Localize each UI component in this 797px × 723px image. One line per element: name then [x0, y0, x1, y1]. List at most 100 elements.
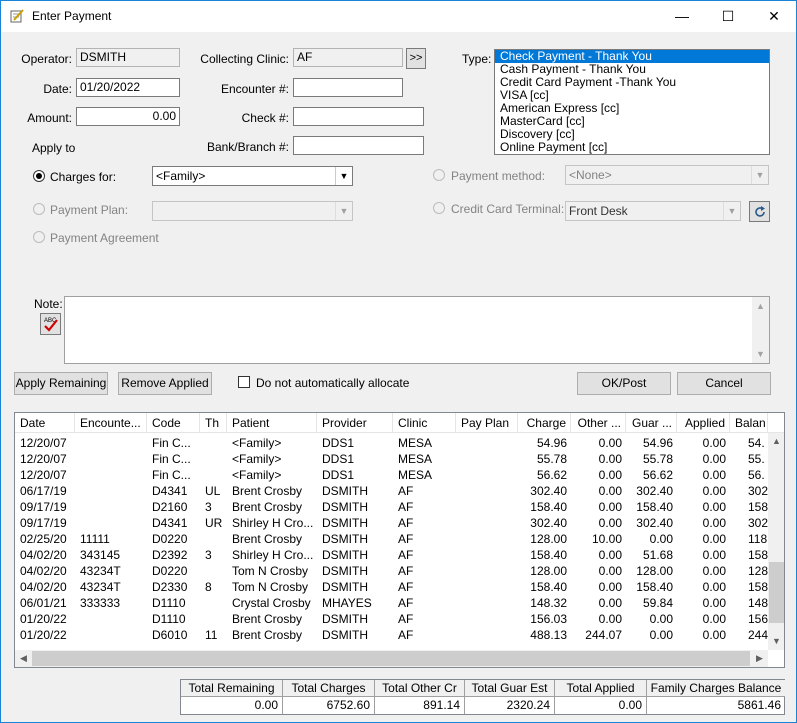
cell-other: 0.00 — [598, 484, 622, 498]
cell-encounter — [75, 451, 147, 467]
column-header-provider[interactable]: Provider — [317, 413, 393, 433]
maximize-button[interactable]: ☐ — [705, 1, 751, 32]
payment-plan-dropdown[interactable]: ▼ — [152, 201, 353, 221]
remove-applied-button[interactable]: Remove Applied — [118, 372, 212, 395]
scroll-thumb[interactable] — [769, 562, 784, 623]
table-row[interactable]: 12/20/07 Fin C... <Family> DDS1 MESA 55.78 0.0… — [15, 451, 768, 467]
column-header-patient[interactable]: Patient — [227, 413, 317, 433]
minimize-button[interactable]: — — [659, 1, 705, 32]
cell-other: 0.00 — [598, 548, 622, 562]
family-charges-balance-label: Family Charges Balance — [647, 680, 785, 697]
column-header-other[interactable]: Other ... — [571, 413, 626, 433]
cell-pay-plan — [456, 467, 518, 483]
cell-encounter — [75, 515, 147, 531]
column-header-balance[interactable]: Balan — [730, 413, 768, 433]
refresh-terminal-button[interactable] — [749, 201, 770, 222]
column-header-pay-plan[interactable]: Pay Plan — [456, 413, 518, 433]
table-row[interactable]: 06/01/21 333333 D1110 Crystal Crosby MHAYES A… — [15, 595, 768, 611]
table-row[interactable]: 06/17/19 D4341 UL Brent Crosby DSMITH AF 302.4… — [15, 483, 768, 499]
ok-post-button[interactable]: OK/Post — [577, 372, 671, 395]
table-row[interactable]: 12/20/07 Fin C... <Family> DDS1 MESA 56.62 0.0… — [15, 467, 768, 483]
totals-table: Total Remaining 0.00 Total Charges 6752.60 T… — [180, 679, 785, 715]
grid-vertical-scrollbar[interactable]: ▲ ▼ — [768, 433, 784, 650]
cell-guar: 128.00 — [636, 564, 673, 578]
table-row[interactable]: 12/20/07 Fin C... <Family> DDS1 MESA 54.96 0.0… — [15, 435, 768, 451]
chevron-down-icon[interactable]: ▼ — [768, 633, 784, 650]
cell-code: D0220 — [152, 532, 188, 546]
cell-patient: Brent Crosby — [232, 628, 303, 642]
cell-patient: Tom N Crosby — [232, 564, 309, 578]
apply-remaining-button[interactable]: Apply Remaining — [14, 372, 108, 395]
cell-charge: 54.96 — [536, 436, 567, 450]
check-number-field[interactable] — [293, 107, 424, 126]
cell-provider: DSMITH — [322, 628, 368, 642]
cell-pay-plan — [456, 595, 518, 611]
chevron-left-icon[interactable]: ◀ — [15, 650, 32, 667]
note-textarea[interactable]: ▲ ▼ — [64, 296, 770, 364]
note-scrollbar[interactable]: ▲ ▼ — [752, 297, 769, 363]
cell-clinic: AF — [398, 580, 414, 594]
chevron-right-icon[interactable]: ▶ — [751, 650, 768, 667]
column-header-clinic[interactable]: Clinic — [393, 413, 456, 433]
table-row[interactable]: 09/17/19 D2160 3 Brent Crosby DSMITH AF 158.40… — [15, 499, 768, 515]
date-field[interactable]: 01/20/2022 — [76, 78, 180, 97]
no-auto-allocate-label: Do not automatically allocate — [256, 376, 410, 390]
table-row[interactable]: 01/20/22 D1110 Brent Crosby DSMITH AF 156.03 0… — [15, 611, 768, 627]
table-row[interactable]: 04/02/20 43234T D2330 8 Tom N Crosby DSMITH AF… — [15, 579, 768, 595]
cell-patient: <Family> — [232, 468, 282, 482]
cell-applied: 0.00 — [702, 612, 726, 626]
payment-type-list[interactable]: Check Payment - Thank You Cash Payment -… — [494, 49, 770, 155]
column-header-charge[interactable]: Charge — [518, 413, 571, 433]
spell-check-button[interactable]: ABC — [40, 313, 61, 335]
cell-patient: <Family> — [232, 452, 282, 466]
chevron-up-icon[interactable]: ▲ — [768, 433, 784, 450]
grid-horizontal-scrollbar[interactable]: ◀ ▶ — [15, 650, 768, 667]
column-header-applied[interactable]: Applied — [677, 413, 730, 433]
operator-label: Operator: — [21, 52, 72, 66]
column-header-tooth[interactable]: Th — [200, 413, 227, 433]
bank-branch-field[interactable] — [293, 136, 424, 155]
total-charges-label: Total Charges — [283, 680, 375, 697]
cell-applied: 0.00 — [702, 516, 726, 530]
cell-code: D0220 — [152, 564, 188, 578]
cell-charge: 56.62 — [536, 468, 567, 482]
cell-other: 0.00 — [598, 580, 622, 594]
close-button[interactable]: ✕ — [751, 1, 797, 32]
cc-terminal-dropdown[interactable]: Front Desk ▼ — [565, 201, 741, 221]
date-label: Date: — [43, 82, 72, 96]
cancel-button[interactable]: Cancel — [677, 372, 771, 395]
charges-for-radio[interactable] — [33, 170, 45, 182]
column-header-code[interactable]: Code — [147, 413, 200, 433]
column-header-date[interactable]: Date — [15, 413, 75, 433]
list-item[interactable]: Online Payment [cc] — [495, 141, 769, 154]
cell-clinic: MESA — [398, 468, 433, 482]
cell-guar: 51.68 — [642, 548, 673, 562]
table-row[interactable]: 02/25/20 11111 D0220 Brent Crosby DSMITH AF 12… — [15, 531, 768, 547]
encounter-field[interactable] — [293, 78, 403, 97]
table-row[interactable]: 09/17/19 D4341 UR Shirley H Cro... DSMITH AF 3… — [15, 515, 768, 531]
payment-method-dropdown[interactable]: <None> ▼ — [565, 165, 769, 185]
cell-applied: 0.00 — [702, 564, 726, 578]
scroll-thumb[interactable] — [32, 651, 750, 666]
payment-method-radio[interactable] — [433, 169, 445, 181]
table-row[interactable]: 04/02/20 343145 D2392 3 Shirley H Cro... DSMI… — [15, 547, 768, 563]
charges-grid[interactable]: Date Encounte... Code Th Patient Provider Clin… — [14, 412, 785, 668]
cell-balance: 55. — [748, 452, 765, 466]
table-row[interactable]: 01/20/22 D6010 11 Brent Crosby DSMITH AF 488.1… — [15, 627, 768, 643]
pick-clinic-button[interactable]: >> — [406, 48, 426, 69]
amount-field[interactable]: 0.00 — [76, 107, 180, 126]
no-auto-allocate-checkbox[interactable] — [238, 376, 250, 388]
cell-encounter — [75, 499, 147, 515]
charges-for-dropdown[interactable]: <Family> ▼ — [152, 166, 353, 186]
payment-plan-radio[interactable] — [33, 203, 45, 215]
cell-pay-plan — [456, 435, 518, 451]
cell-balance: 158. — [748, 500, 768, 514]
cell-balance: 128. — [748, 564, 768, 578]
family-charges-balance-value: 5861.46 — [737, 698, 781, 712]
cc-terminal-radio[interactable] — [433, 202, 445, 214]
payment-agreement-radio[interactable] — [33, 231, 45, 243]
cell-pay-plan — [456, 579, 518, 595]
table-row[interactable]: 04/02/20 43234T D0220 Tom N Crosby DSMITH AF 1… — [15, 563, 768, 579]
column-header-guar[interactable]: Guar ... — [626, 413, 677, 433]
column-header-encounter[interactable]: Encounte... — [75, 413, 147, 433]
